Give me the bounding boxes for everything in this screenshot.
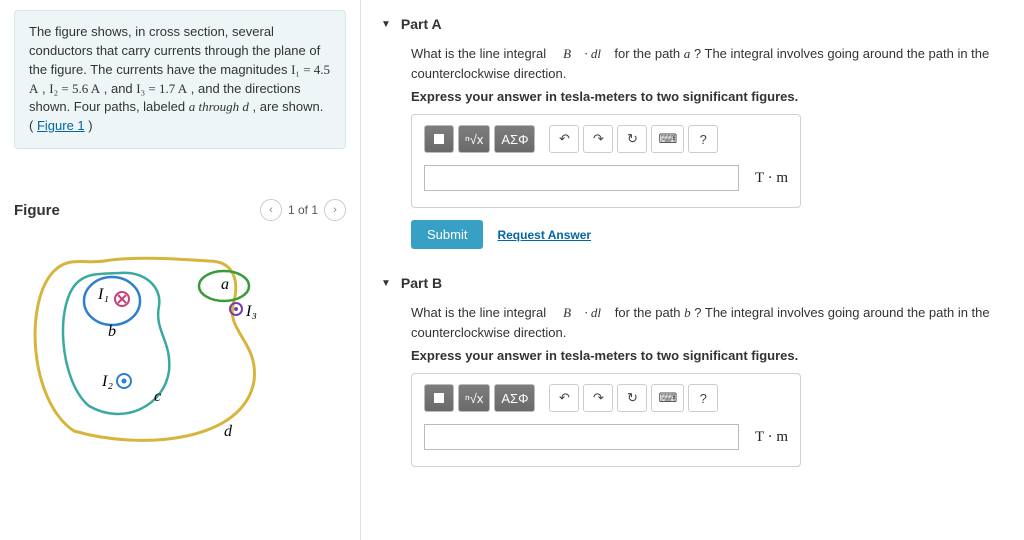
help-button[interactable]: ? <box>688 384 718 412</box>
part-a-answer-box: ⁿ√x ΑΣΦ ↶ ↷ ↻ ⌨ ? T · m <box>411 114 801 208</box>
part-b-answer-box: ⁿ√x ΑΣΦ ↶ ↷ ↻ ⌨ ? T · m <box>411 373 801 467</box>
part-a-unit: T · m <box>755 170 788 187</box>
math-root-button[interactable]: ⁿ√x <box>458 384 490 412</box>
part-a-header[interactable]: ▼ Part A <box>381 10 1004 38</box>
keyboard-button[interactable]: ⌨ <box>651 125 684 153</box>
redo-button[interactable]: ↷ <box>583 384 613 412</box>
undo-button[interactable]: ↶ <box>549 125 579 153</box>
request-answer-a[interactable]: Request Answer <box>497 228 591 242</box>
qb-prefix: What is the line integral <box>411 305 550 320</box>
qb-mid: for the path <box>615 305 684 320</box>
part-a-toolbar: ⁿ√x ΑΣΦ ↶ ↷ ↻ ⌨ ? <box>424 125 788 153</box>
part-a-answer-input[interactable] <box>424 165 739 191</box>
sep2: , and <box>104 81 137 96</box>
caret-down-icon: ▼ <box>381 278 391 289</box>
part-b-body: What is the line integral ∮ B⃗ · dl⃗ for… <box>381 297 1004 487</box>
problem-text-4: ) <box>88 118 92 133</box>
label-i1: I₁ <box>97 286 109 303</box>
page-root: The figure shows, in cross section, seve… <box>0 0 1024 540</box>
label-i3: I₃ <box>245 303 257 320</box>
part-b-toolbar: ⁿ√x ΑΣΦ ↶ ↷ ↻ ⌨ ? <box>424 384 788 412</box>
figure-title: Figure <box>14 202 60 219</box>
greek-button[interactable]: ΑΣΦ <box>494 384 535 412</box>
keyboard-button[interactable]: ⌨ <box>651 384 684 412</box>
label-d: d <box>224 423 233 440</box>
redo-button[interactable]: ↷ <box>583 125 613 153</box>
qa-prefix: What is the line integral <box>411 46 550 61</box>
part-b-header[interactable]: ▼ Part B <box>381 269 1004 297</box>
figure-header: Figure ‹ 1 of 1 › <box>14 199 346 221</box>
qa-mid: for the path <box>614 46 683 61</box>
left-column: The figure shows, in cross section, seve… <box>0 0 360 540</box>
label-b: b <box>108 323 116 340</box>
part-b-answer-input[interactable] <box>424 424 739 450</box>
part-b-instr: Express your answer in tesla-meters to t… <box>411 348 1004 363</box>
reset-button[interactable]: ↻ <box>617 125 647 153</box>
part-a-answer-row: T · m <box>424 165 788 191</box>
greek-button[interactable]: ΑΣΦ <box>494 125 535 153</box>
figure-link[interactable]: Figure 1 <box>37 118 85 133</box>
part-a-instr: Express your answer in tesla-meters to t… <box>411 89 1004 104</box>
template-picker-button[interactable] <box>424 125 454 153</box>
paths-range: a through d <box>189 99 249 114</box>
figure-prev[interactable]: ‹ <box>260 199 282 221</box>
label-i2: I₂ <box>101 373 113 390</box>
template-picker-button[interactable] <box>424 384 454 412</box>
part-a-body: What is the line integral ∮ B⃗ · dl⃗ for… <box>381 38 1004 269</box>
figure-page-indicator: 1 of 1 <box>288 203 318 217</box>
label-c: c <box>154 388 161 405</box>
part-b-answer-row: T · m <box>424 424 788 450</box>
submit-button-a[interactable]: Submit <box>411 220 483 249</box>
part-b-unit: T · m <box>755 429 788 446</box>
figure-next[interactable]: › <box>324 199 346 221</box>
qb-path: b <box>684 305 691 320</box>
part-a-actions: Submit Request Answer <box>411 220 1004 249</box>
part-b-question: What is the line integral ∮ B⃗ · dl⃗ for… <box>411 303 1004 342</box>
qa-path: a <box>684 46 691 61</box>
problem-text-1: The figure shows, in cross section, seve… <box>29 24 320 77</box>
current-i2: I₂ = 5.6 A <box>49 81 100 96</box>
figure-nav: ‹ 1 of 1 › <box>260 199 346 221</box>
right-column: ▼ Part A What is the line integral ∮ B⃗ … <box>361 0 1024 540</box>
reset-button[interactable]: ↻ <box>617 384 647 412</box>
path-b <box>84 277 140 325</box>
part-a-question: What is the line integral ∮ B⃗ · dl⃗ for… <box>411 44 1004 83</box>
current-i3: I₃ = 1.7 A <box>136 81 187 96</box>
math-root-button[interactable]: ⁿ√x <box>458 125 490 153</box>
problem-statement: The figure shows, in cross section, seve… <box>14 10 346 149</box>
undo-button[interactable]: ↶ <box>549 384 579 412</box>
part-b-label: Part B <box>401 275 442 291</box>
caret-down-icon: ▼ <box>381 19 391 30</box>
help-button[interactable]: ? <box>688 125 718 153</box>
part-a-label: Part A <box>401 16 442 32</box>
figure-diagram: I₁ I₂ I₃ a b c d <box>14 231 314 451</box>
label-a: a <box>221 276 229 293</box>
